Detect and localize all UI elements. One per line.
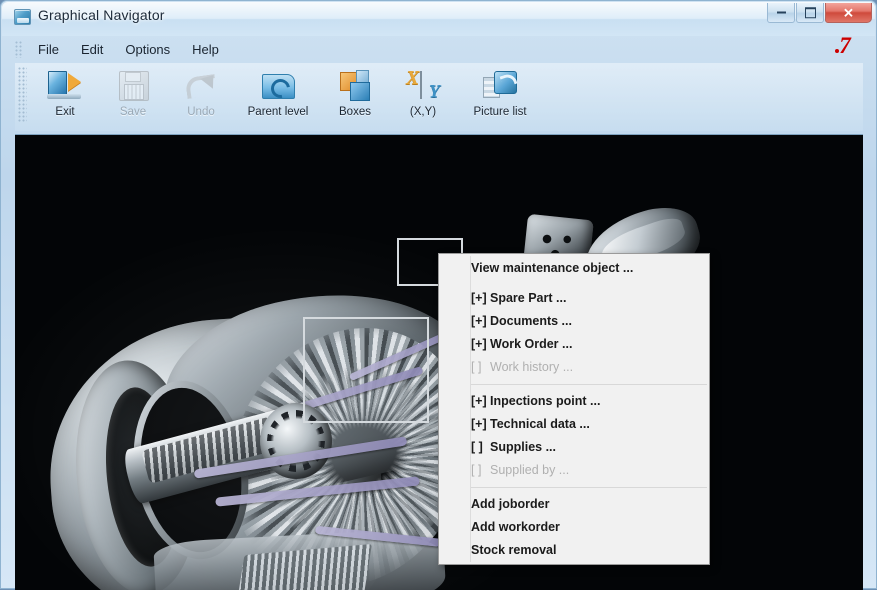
toolbar-button-parent-level[interactable]: Parent level (235, 63, 321, 125)
minimize-icon (768, 7, 794, 18)
parent-level-icon (260, 69, 296, 102)
context-menu-item-spare-part[interactable]: [+] Spare Part ... (439, 287, 709, 310)
undo-icon (183, 69, 219, 102)
context-menu-item-label: Supplied by ... (490, 463, 570, 477)
toolbar-button-save: Save (99, 63, 167, 125)
title-bar[interactable]: Graphical Navigator ✕ (1, 1, 877, 33)
maximize-icon (797, 7, 823, 18)
context-menu-item-label: Inpections point ... (490, 394, 601, 408)
context-menu-item-label: Stock removal (471, 543, 557, 557)
context-menu-item-view-maintenance-object[interactable]: View maintenance object ... (439, 257, 709, 280)
context-menu-item-label: Technical data ... (490, 417, 590, 431)
window-controls: ✕ (767, 3, 872, 23)
close-button[interactable]: ✕ (825, 3, 872, 23)
context-menu-item-inpections-point[interactable]: [+] Inpections point ... (439, 390, 709, 413)
boxes-icon (337, 69, 373, 102)
minimize-button[interactable] (767, 3, 795, 23)
context-menu-item-label: Work history ... (490, 360, 574, 374)
xy-coordinates-icon (405, 67, 441, 102)
toolbar-button-exit[interactable]: Exit (31, 63, 99, 125)
save-icon (115, 69, 151, 102)
context-menu-item-work-history: [ ] Work history ... (439, 356, 709, 379)
toolbar-label-boxes: Boxes (339, 106, 371, 118)
picture-list-icon (482, 69, 518, 102)
toolbar-button-undo: Undo (167, 63, 235, 125)
context-menu-item-documents[interactable]: [+] Documents ... (439, 310, 709, 333)
context-menu-item-prefix: [ ] (471, 440, 483, 454)
menu-item-help[interactable]: Help (181, 40, 230, 59)
toolbar-button-boxes[interactable]: Boxes (321, 63, 389, 125)
context-menu-spacer (439, 280, 709, 287)
context-menu-item-add-workorder[interactable]: Add workorder (439, 516, 709, 539)
context-menu: View maintenance object ... [+] Spare Part… (438, 253, 710, 565)
context-menu-item-label: Add joborder (471, 497, 550, 511)
menu-item-edit[interactable]: Edit (70, 40, 114, 59)
exit-icon (47, 69, 83, 102)
close-icon: ✕ (843, 5, 854, 20)
menu-item-options[interactable]: Options (114, 40, 181, 59)
context-menu-separator (471, 384, 707, 385)
menu-bar: File Edit Options Help (15, 37, 863, 61)
window-title: Graphical Navigator (38, 7, 165, 23)
toolbar-label-picture-list: Picture list (473, 106, 527, 118)
context-menu-item-work-order[interactable]: [+] Work Order ... (439, 333, 709, 356)
toolbar-button-xy[interactable]: (X,Y) (389, 63, 457, 125)
toolbar: Exit Save Undo Parent level Boxes (X,Y) … (15, 63, 863, 131)
menu-item-file[interactable]: File (27, 40, 70, 59)
application-window: Graphical Navigator ✕ File Edit Options … (0, 0, 877, 590)
context-menu-item-label: Add workorder (471, 520, 560, 534)
context-menu-item-label: Documents ... (490, 314, 572, 328)
brand-logo: 7 (828, 32, 862, 60)
toolbar-label-xy: (X,Y) (409, 106, 437, 118)
context-menu-item-label: Work Order ... (490, 337, 573, 351)
context-menu-item-prefix: [+] (471, 394, 487, 408)
context-menu-item-prefix: [+] (471, 417, 487, 431)
context-menu-item-stock-removal[interactable]: Stock removal (439, 539, 709, 562)
context-menu-item-supplied-by: [ ] Supplied by ... (439, 459, 709, 482)
context-menu-item-prefix: [ ] (471, 360, 482, 374)
context-menu-item-prefix: [+] (471, 314, 487, 328)
context-menu-item-add-joborder[interactable]: Add joborder (439, 493, 709, 516)
context-menu-item-technical-data[interactable]: [+] Technical data ... (439, 413, 709, 436)
toolbar-label-save: Save (119, 106, 147, 118)
toolbar-grip-handle[interactable] (18, 67, 27, 123)
context-menu-item-supplies[interactable]: [ ] Supplies ... (439, 436, 709, 459)
toolbar-button-picture-list[interactable]: Picture list (457, 63, 543, 125)
context-menu-item-prefix: [+] (471, 337, 487, 351)
context-menu-separator (471, 487, 707, 488)
hotspot-box-lower[interactable] (303, 317, 429, 423)
toolbar-label-undo: Undo (187, 106, 215, 118)
application-icon (14, 9, 31, 25)
menu-grip-handle[interactable] (15, 40, 23, 58)
toolbar-label-exit: Exit (55, 106, 75, 118)
maximize-button[interactable] (796, 3, 824, 23)
context-menu-item-label: Supplies ... (490, 440, 556, 454)
context-menu-item-label: View maintenance object ... (471, 261, 634, 275)
context-menu-item-label: Spare Part ... (490, 291, 567, 305)
toolbar-label-parent-level: Parent level (247, 106, 309, 118)
context-menu-item-prefix: [+] (471, 291, 487, 305)
context-menu-item-prefix: [ ] (471, 463, 482, 477)
